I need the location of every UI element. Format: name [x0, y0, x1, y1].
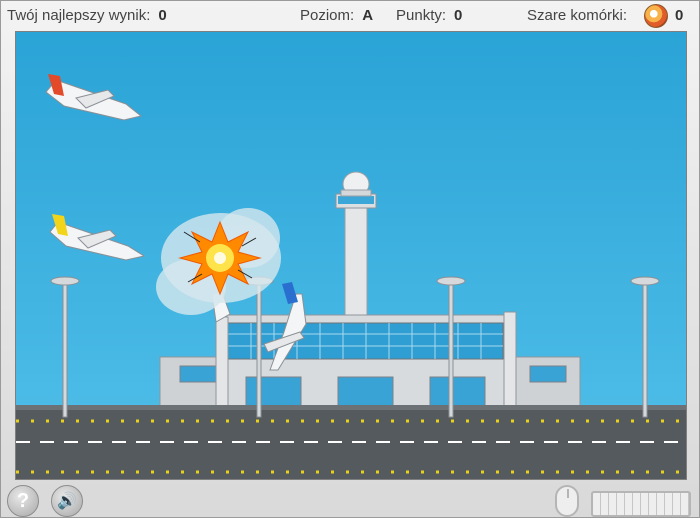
level-value: A [362, 7, 374, 24]
best-score: Twój najlepszy wynik: 0 [7, 7, 167, 24]
grey-cells-value: 0 [675, 7, 684, 24]
speaker-icon: 🔊 [57, 493, 77, 510]
grey-cells-label: Szare komórki: [527, 7, 628, 24]
help-button[interactable]: ? [7, 485, 39, 517]
plane-yellow [49, 214, 146, 261]
sound-button[interactable]: 🔊 [51, 485, 83, 517]
game-area[interactable] [15, 31, 687, 480]
plane-red [45, 74, 143, 121]
best-score-value: 0 [158, 7, 167, 24]
terminal-building [159, 311, 581, 408]
control-tower [335, 171, 377, 318]
keyboard-icon [591, 491, 691, 517]
points-label: Punkty: [396, 7, 447, 24]
bottom-bar: ? 🔊 [1, 481, 700, 519]
level-label: Poziom: [300, 7, 355, 24]
runway [16, 405, 686, 479]
game-window: Twój najlepszy wynik: 0 Poziom: A Punkty: 0… [0, 0, 700, 518]
level: Poziom: A [300, 7, 373, 24]
status-bar: Twój najlepszy wynik: 0 Poziom: A Punkty: 0… [1, 1, 700, 31]
grey-cells: Szare komórki: [527, 7, 627, 24]
mouse-icon [555, 485, 579, 517]
points-value: 0 [454, 7, 463, 24]
explosion [156, 208, 281, 315]
airport-scene [16, 74, 686, 479]
best-score-label: Twój najlepszy wynik: [7, 7, 151, 24]
help-icon: ? [16, 489, 30, 512]
brain-icon [644, 4, 668, 28]
points: Punkty: 0 [396, 7, 462, 24]
